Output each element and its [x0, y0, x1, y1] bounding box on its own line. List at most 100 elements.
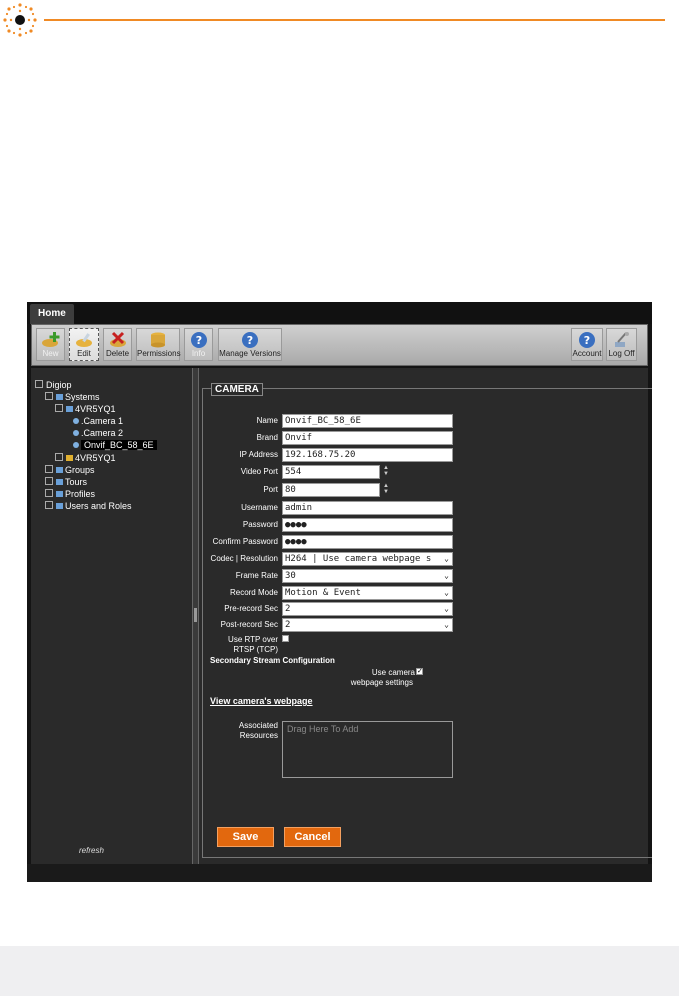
tree-item-groups[interactable]: Groups: [45, 465, 95, 476]
brand-label: Brand: [256, 433, 278, 442]
video-port-spinner[interactable]: ▲ ▼: [381, 465, 391, 479]
help-icon: ?: [190, 332, 207, 348]
password-input[interactable]: ●●●●: [282, 518, 453, 532]
username-input[interactable]: admin: [282, 501, 453, 515]
log-off-icon: [614, 332, 629, 347]
record-mode-select[interactable]: Motion & Event ⌄: [282, 586, 453, 600]
associated-label-line-2: Resources: [239, 731, 278, 740]
view-webpage-link[interactable]: View camera's webpage: [210, 696, 313, 706]
server-icon: [66, 406, 73, 412]
plus-icon: [41, 332, 59, 347]
port-input[interactable]: 80: [282, 483, 380, 497]
expand-icon[interactable]: [45, 489, 53, 497]
tree-item-systems[interactable]: Systems: [45, 392, 100, 403]
collapse-icon[interactable]: [55, 404, 63, 412]
cancel-button[interactable]: Cancel: [284, 827, 341, 847]
app-window: Home New Edit Delete Permissions ? Info …: [27, 302, 652, 882]
refresh-link[interactable]: refresh: [79, 846, 104, 855]
permissions-button[interactable]: Permissions: [136, 328, 181, 361]
camera-icon: [73, 442, 79, 448]
expand-icon[interactable]: [45, 501, 53, 509]
delete-button[interactable]: Delete: [103, 328, 132, 361]
camera-icon: [73, 430, 79, 436]
edit-icon: [76, 333, 92, 347]
folder-icon: [56, 479, 63, 485]
database-icon: [151, 332, 165, 348]
help-icon: ?: [242, 332, 258, 348]
tab-home[interactable]: Home: [30, 304, 74, 324]
folder-icon: [56, 491, 63, 497]
header-divider: [44, 19, 665, 21]
svg-text:?: ?: [195, 334, 201, 347]
video-port-label: Video Port: [240, 467, 278, 476]
tree-item-users-roles[interactable]: Users and Roles: [45, 501, 132, 512]
collapse-icon[interactable]: [45, 392, 53, 400]
codec-select[interactable]: H264 | Use camera webpage s ⌄: [282, 552, 453, 566]
confirm-password-label: Confirm Password: [212, 537, 278, 546]
frame-rate-label: Frame Rate: [235, 571, 278, 580]
password-label: Password: [242, 520, 278, 529]
tree-item-tours[interactable]: Tours: [45, 477, 87, 488]
name-input[interactable]: Onvif_BC_58_6E: [282, 414, 453, 428]
pre-record-label: Pre-record Sec: [224, 604, 278, 613]
account-button[interactable]: ? Account: [571, 328, 603, 361]
frame-rate-select[interactable]: 30 ⌄: [282, 569, 453, 583]
form-legend: CAMERA: [211, 383, 263, 396]
rtp-over-rtsp-checkbox[interactable]: [282, 635, 289, 642]
tree-item-digiop[interactable]: Digiop: [35, 380, 72, 391]
use-camera-settings-checkbox[interactable]: ✓: [416, 668, 423, 675]
main-area: Digiop Systems 4VR5YQ1 .Camera 1 .Camera…: [31, 368, 652, 864]
info-button[interactable]: ? Info: [184, 328, 213, 361]
log-off-button[interactable]: Log Off: [606, 328, 637, 361]
confirm-password-input[interactable]: ●●●●: [282, 535, 453, 549]
chevron-down-icon: ⌄: [444, 620, 449, 629]
associated-label-line-1: Associated: [238, 721, 278, 730]
rtp-label-line-1: Use RTP over: [228, 635, 278, 644]
rtp-label-line-2: RTSP (TCP): [233, 645, 278, 654]
svg-text:?: ?: [584, 334, 590, 347]
use-camera-label-line-1: Use camera: [371, 668, 415, 677]
brand-input[interactable]: Onvif: [282, 431, 453, 445]
port-spinner[interactable]: ▲ ▼: [381, 483, 391, 497]
codec-label: Codec | Resolution: [210, 554, 278, 563]
manage-versions-button[interactable]: ? Manage Versions: [218, 328, 282, 361]
use-camera-label-line-2: webpage settings: [350, 678, 413, 687]
tree-item-system-1[interactable]: 4VR5YQ1: [55, 404, 116, 415]
port-label: Port: [263, 485, 278, 494]
tab-bar: Home: [27, 302, 652, 324]
chevron-down-icon: ⌄: [444, 588, 449, 597]
tree-item-profiles[interactable]: Profiles: [45, 489, 95, 500]
tree-item-system-2[interactable]: 4VR5YQ1: [55, 453, 116, 464]
chevron-down-icon: ⌄: [444, 604, 449, 613]
tree-item-camera-onvif[interactable]: Onvif_BC_58_6E: [73, 440, 157, 451]
ip-address-input[interactable]: 192.168.75.20: [282, 448, 453, 462]
collapse-icon[interactable]: [35, 380, 43, 388]
chevron-down-icon: ⌄: [444, 554, 449, 563]
tree-item-camera-1[interactable]: .Camera 1: [73, 416, 123, 427]
svg-text:?: ?: [247, 334, 253, 347]
record-mode-label: Record Mode: [229, 588, 278, 597]
name-label: Name: [256, 416, 278, 425]
status-bar: [27, 864, 652, 882]
camera-form: CAMERA Name Onvif_BC_58_6E Brand Onvif I…: [202, 383, 652, 858]
folder-icon: [56, 467, 63, 473]
username-label: Username: [241, 503, 278, 512]
logo-icon: [3, 3, 37, 37]
associated-resources-dropzone[interactable]: Drag Here To Add: [282, 721, 453, 778]
folder-icon: [56, 503, 63, 509]
post-record-label: Post-record Sec: [220, 620, 278, 629]
resource-tree: Digiop Systems 4VR5YQ1 .Camera 1 .Camera…: [31, 368, 191, 864]
camera-icon: [73, 418, 79, 424]
post-record-select[interactable]: 2 ⌄: [282, 618, 453, 632]
edit-button[interactable]: Edit: [69, 328, 99, 361]
save-button[interactable]: Save: [217, 827, 274, 847]
expand-icon[interactable]: [45, 465, 53, 473]
expand-icon[interactable]: [45, 477, 53, 485]
delete-icon: [109, 331, 126, 347]
expand-icon[interactable]: [55, 453, 63, 461]
new-button[interactable]: New: [36, 328, 65, 361]
tree-item-camera-2[interactable]: .Camera 2: [73, 428, 123, 439]
video-port-input[interactable]: 554: [282, 465, 380, 479]
pre-record-select[interactable]: 2 ⌄: [282, 602, 453, 616]
folder-icon: [56, 394, 63, 400]
